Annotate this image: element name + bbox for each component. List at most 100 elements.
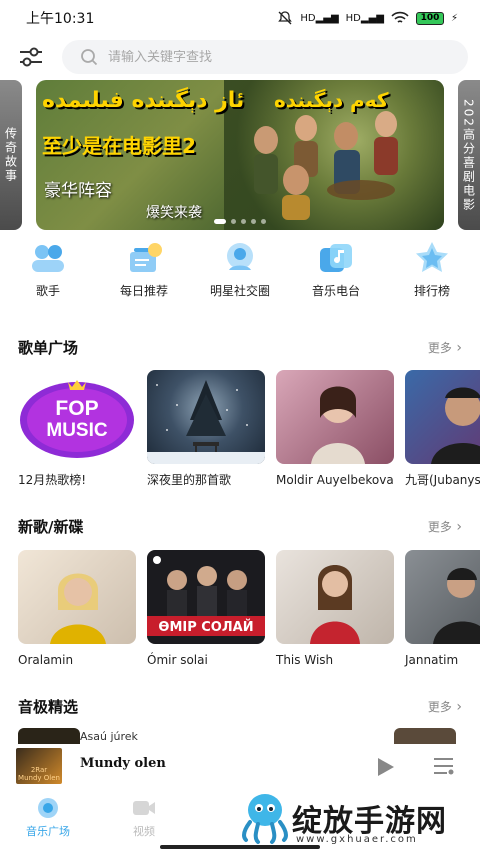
hifi-item-title: Asaú júrek: [80, 730, 138, 743]
playlist-row: FOP MUSIC 12月热歌榜! 深夜里的那首歌 Moldir Auyelbe…: [18, 370, 480, 488]
section-header-new-songs: 新歌/新碟 更多: [18, 514, 462, 538]
album-card[interactable]: Jannatim: [405, 550, 480, 668]
banner-carousel[interactable]: 传奇故事 ﺋﺎﺯ ﺩﯦﮕﯩﻨﺪە ﻓﯩﻠﯩﻤﺪە ﻛﻪﻡ ﺩﯦﮕﯩﻨﺪە 至少是…: [0, 80, 480, 230]
signal-2-icon: HD▂▄▆: [345, 12, 384, 24]
banner-headline-cn-text: 至少是在电影里: [42, 134, 182, 158]
now-playing-cover-subtext: Mundy Olen: [18, 774, 60, 782]
snow-scene-image: [147, 380, 265, 464]
section-title: 新歌/新碟: [18, 517, 84, 536]
now-playing-cover-text: 2Rar: [30, 766, 48, 774]
more-link[interactable]: 更多: [428, 339, 462, 356]
playlist-card[interactable]: 九哥(Jubanysh): [405, 370, 480, 488]
album-cover: [18, 550, 136, 644]
banner-cast-image: [254, 111, 398, 220]
album-cover: [405, 550, 480, 644]
ranking-icon: [416, 242, 448, 272]
tab-music-square[interactable]: 音乐广场: [0, 792, 96, 844]
octopus-logo: [241, 794, 289, 844]
play-icon[interactable]: [374, 756, 396, 778]
filter-icon[interactable]: [18, 45, 44, 69]
battery-icon: 100: [415, 11, 444, 25]
section-title: 歌单广场: [18, 338, 79, 357]
signal-1-label: HD: [300, 12, 316, 24]
banner-headline-cn: 至少是在电影里2: [42, 130, 196, 159]
category-star-social[interactable]: 明星社交圈: [192, 240, 288, 312]
radio-icon: [320, 244, 352, 272]
svg-text:MUSIC: MUSIC: [46, 420, 108, 441]
album-title: Oralamin: [18, 653, 74, 667]
album-cover: [276, 550, 394, 644]
album-title: Jannatim: [405, 653, 459, 667]
category-label: 明星社交圈: [209, 284, 270, 298]
playlist-title: 12月热歌榜!: [18, 473, 87, 487]
playlist-cover: [276, 370, 394, 464]
category-label: 排行榜: [413, 284, 450, 298]
playlist-title: Moldir Auyelbekova: [276, 473, 394, 487]
status-icons: HD▂▄▆ HD▂▄▆ 100 ⚡: [277, 10, 458, 26]
tab-label: 音乐广场: [26, 825, 70, 838]
video-icon: [133, 801, 155, 815]
banner-side-card-left[interactable]: 传奇故事: [0, 80, 22, 230]
playlist-title: 九哥(Jubanysh): [405, 473, 480, 487]
carousel-dot: [241, 219, 246, 224]
carousel-indicator: [36, 219, 444, 224]
playlist-cover: [147, 370, 265, 464]
artist-photo: [431, 387, 480, 464]
banner-subtitle-1: 豪华阵容: [44, 181, 112, 201]
category-ranking[interactable]: 排行榜: [384, 240, 480, 312]
artist-photo: [311, 386, 365, 464]
banner-side-card-right[interactable]: 202高分喜剧电影: [458, 80, 480, 230]
signal-2-label: HD: [345, 12, 361, 24]
singer-icon: [32, 245, 64, 272]
search-icon: [81, 49, 98, 66]
playlist-title: 深夜里的那首歌: [147, 473, 232, 487]
playlist-card[interactable]: 深夜里的那首歌: [147, 370, 265, 488]
svg-text:FOP: FOP: [55, 397, 98, 420]
star-social-icon: [227, 243, 253, 270]
carousel-dot: [231, 219, 236, 224]
watermark-url: www.gxhuaer.com: [296, 834, 418, 845]
hifi-cover-peek[interactable]: [394, 728, 456, 744]
carousel-dot: [261, 219, 266, 224]
now-playing-bar[interactable]: 2Rar Mundy Olen Mundy olen: [0, 744, 480, 788]
playlist-cover: [405, 370, 480, 464]
signal-1-icon: HD▂▄▆: [300, 12, 339, 24]
section-header-playlists: 歌单广场 更多: [18, 335, 462, 359]
playlist-card[interactable]: FOP MUSIC 12月热歌榜!: [18, 370, 136, 488]
category-radio[interactable]: 音乐电台: [288, 240, 384, 312]
fop-music-logo: FOP MUSIC: [20, 380, 134, 458]
category-label: 歌手: [35, 284, 60, 298]
category-singer[interactable]: 歌手: [0, 240, 96, 312]
category-daily-recommend[interactable]: 每日推荐: [96, 240, 192, 312]
charging-icon: ⚡: [450, 12, 458, 24]
more-link[interactable]: 更多: [428, 518, 462, 535]
search-bar[interactable]: [62, 40, 468, 74]
carousel-dot: [251, 219, 256, 224]
album-cover-text: ӨМІР СОЛАЙ: [158, 619, 253, 635]
home-indicator: [160, 845, 320, 849]
category-row: 歌手 每日推荐 明星社交圈 音乐电台 排行榜: [0, 240, 480, 312]
top-bar: [0, 38, 480, 76]
playlist-card[interactable]: Moldir Auyelbekova: [276, 370, 394, 488]
tab-video[interactable]: 视频: [96, 792, 192, 844]
more-link[interactable]: 更多: [428, 698, 462, 715]
hifi-cover-peek[interactable]: [18, 728, 80, 744]
artist-photo: [433, 568, 480, 644]
category-label: 音乐电台: [311, 284, 360, 298]
playlist-icon[interactable]: [433, 756, 455, 776]
album-card[interactable]: Oralamin: [18, 550, 136, 668]
now-playing-cover[interactable]: 2Rar Mundy Olen: [16, 748, 62, 784]
wifi-icon: [391, 11, 409, 23]
music-square-icon: [38, 798, 58, 818]
banner-headline-ug-1: ﺋﺎﺯ ﺩﯦﮕﯩﻨﺪە ﻓﯩﻠﯩﻤﺪە: [42, 88, 245, 113]
album-cover: ӨМІР СОЛАЙ: [147, 550, 265, 644]
site-watermark: 绽放手游网 www.gxhuaer.com: [236, 790, 480, 850]
now-playing-title: Mundy olen: [80, 756, 166, 771]
album-card[interactable]: This Wish: [276, 550, 394, 668]
banner-main[interactable]: ﺋﺎﺯ ﺩﯦﮕﯩﻨﺪە ﻓﯩﻠﯩﻤﺪە ﻛﻪﻡ ﺩﯦﮕﯩﻨﺪە 至少是在电影里2…: [36, 80, 444, 230]
category-label: 每日推荐: [119, 284, 168, 298]
search-input[interactable]: [108, 49, 408, 65]
daily-recommend-icon: [130, 243, 162, 272]
new-songs-row: Oralamin ӨМІР СОЛАЙ Ómir solai This Wish: [18, 550, 480, 668]
album-card[interactable]: ӨМІР СОЛАЙ Ómir solai: [147, 550, 265, 668]
